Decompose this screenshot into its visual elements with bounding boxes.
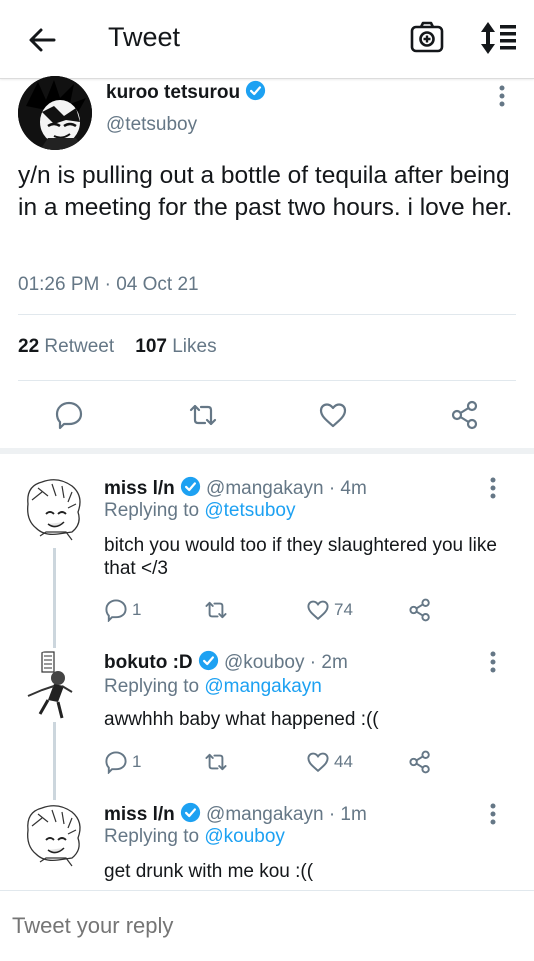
- user-handle[interactable]: @mangakayn · 4m: [206, 478, 367, 499]
- replying-to: Replying to @mangakayn: [104, 676, 322, 698]
- user-handle[interactable]: @mangakayn · 1m: [206, 804, 367, 825]
- display-name[interactable]: miss l/n: [104, 478, 175, 499]
- retweet-icon[interactable]: [188, 400, 218, 430]
- reply-icon: [105, 599, 127, 622]
- likes-label[interactable]: Likes: [172, 336, 216, 357]
- verified-badge-icon: [180, 802, 200, 823]
- share-icon: [409, 750, 430, 774]
- like-heart-icon[interactable]: [318, 400, 348, 430]
- reply-user[interactable]: miss l/n @mangakayn · 4m: [104, 476, 367, 500]
- like-count: 74: [334, 600, 353, 619]
- user-handle[interactable]: @tetsuboy: [106, 114, 197, 136]
- replying-prefix: Replying to: [104, 500, 200, 521]
- avatar[interactable]: [18, 800, 90, 872]
- more-options-icon[interactable]: [488, 650, 498, 674]
- arrow-left-icon[interactable]: [26, 24, 58, 56]
- reply-icon[interactable]: [54, 400, 84, 430]
- replying-to-link[interactable]: @tetsuboy: [204, 500, 295, 521]
- page-title: Tweet: [108, 22, 181, 52]
- share-icon: [409, 598, 430, 622]
- verified-badge-icon: [245, 80, 266, 101]
- likes-count[interactable]: 107: [135, 336, 167, 357]
- reply-count: 1: [132, 752, 142, 771]
- like-button[interactable]: 74: [306, 598, 353, 622]
- like-heart-icon: [307, 600, 329, 621]
- sort-icon[interactable]: [478, 20, 518, 56]
- divider: [18, 380, 516, 381]
- retweet-button[interactable]: [204, 750, 228, 774]
- replying-to-link[interactable]: @mangakayn: [204, 676, 322, 697]
- user-handle[interactable]: @kouboy · 2m: [224, 652, 348, 673]
- share-icon[interactable]: [450, 400, 480, 430]
- thread-line: [53, 722, 56, 802]
- replying-to: Replying to @tetsuboy: [104, 500, 295, 522]
- reply-bar: [0, 890, 534, 961]
- thread-line: [53, 548, 56, 648]
- like-button[interactable]: 44: [306, 750, 353, 774]
- reply-count: 1: [132, 600, 142, 619]
- top-bar: Tweet: [0, 0, 534, 79]
- reply-user[interactable]: bokuto :D @kouboy · 2m: [104, 650, 348, 674]
- replying-prefix: Replying to: [104, 826, 200, 847]
- more-options-icon[interactable]: [488, 476, 498, 500]
- reply-icon: [105, 751, 127, 774]
- display-name[interactable]: bokuto :D: [104, 652, 193, 673]
- retweet-icon: [205, 601, 227, 619]
- reply-text: awwhhh baby what happened :((: [104, 709, 379, 730]
- retweet-button[interactable]: [204, 598, 228, 622]
- divider: [18, 314, 516, 315]
- share-button[interactable]: [408, 598, 432, 622]
- tweet-timestamp: 01:26 PM · 04 Oct 21: [18, 274, 199, 295]
- reply-text: get drunk with me kou :((: [104, 861, 314, 882]
- verified-badge-icon: [180, 476, 200, 497]
- reply-button[interactable]: 1: [104, 750, 141, 774]
- display-name[interactable]: miss l/n: [104, 804, 175, 825]
- reply-text: bitch you would too if they slaughtered …: [104, 535, 497, 579]
- display-name[interactable]: kuroo tetsurou: [106, 80, 266, 104]
- reply-button[interactable]: 1: [104, 598, 141, 622]
- retweet-label[interactable]: Retweet: [44, 336, 114, 357]
- avatar[interactable]: [18, 474, 90, 546]
- like-count: 44: [334, 752, 353, 771]
- retweet-icon: [205, 753, 227, 771]
- tweet-stats: 22 Retweet 107 Likes: [18, 336, 217, 358]
- replying-prefix: Replying to: [104, 676, 200, 697]
- reply-input[interactable]: [12, 913, 492, 939]
- verified-badge-icon: [198, 650, 218, 671]
- replying-to: Replying to @kouboy: [104, 826, 285, 848]
- avatar[interactable]: [18, 76, 92, 150]
- more-options-icon[interactable]: [488, 802, 498, 826]
- share-button[interactable]: [408, 750, 432, 774]
- section-separator: [0, 448, 534, 454]
- like-heart-icon: [307, 752, 329, 773]
- avatar[interactable]: [18, 650, 90, 722]
- camera-icon[interactable]: [410, 20, 444, 54]
- tweet-text: y/n is pulling out a bottle of tequila a…: [18, 162, 513, 221]
- replying-to-link[interactable]: @kouboy: [204, 826, 285, 847]
- more-options-icon[interactable]: [497, 84, 507, 108]
- retweet-count[interactable]: 22: [18, 336, 39, 357]
- reply-user[interactable]: miss l/n @mangakayn · 1m: [104, 802, 367, 826]
